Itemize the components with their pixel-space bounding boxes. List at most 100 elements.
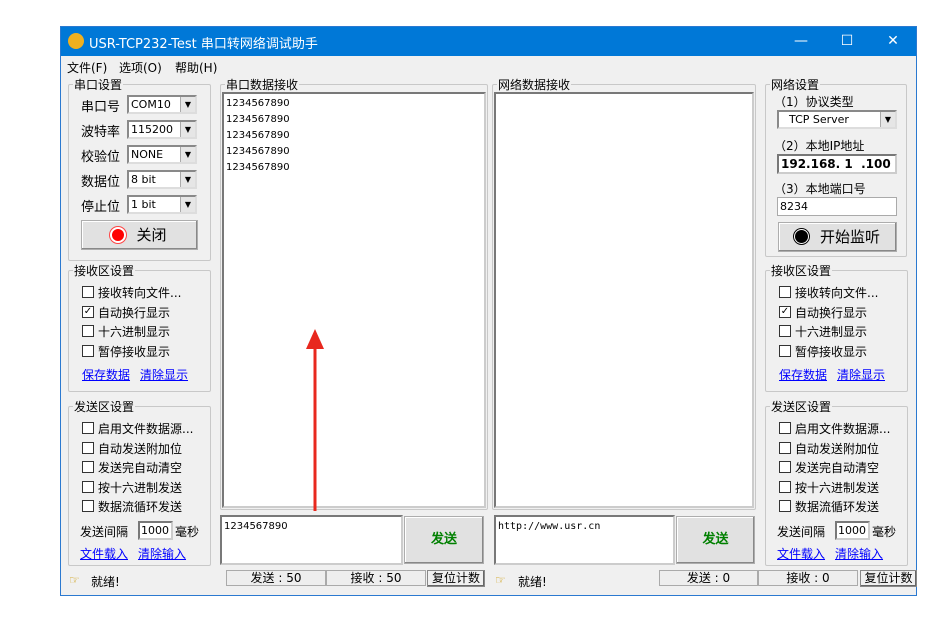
option-label: 接收转向文件... xyxy=(98,286,182,300)
serial-reset-count-button[interactable]: 复位计数 xyxy=(427,570,485,587)
option-checkbox[interactable] xyxy=(82,441,94,454)
option-checkbox[interactable] xyxy=(82,461,94,473)
option-checkbox[interactable] xyxy=(779,500,791,512)
option-label: 数据流循环发送 xyxy=(98,500,183,514)
serial-field-label: 串口号 xyxy=(81,100,121,115)
protocol-select[interactable]: TCP Server ▼ xyxy=(777,110,897,129)
ip-input[interactable]: 192.168. 1 .100 xyxy=(777,154,897,174)
option-label: 自动换行显示 xyxy=(98,305,171,320)
hand-pointer-icon: ☞ xyxy=(495,573,506,587)
received-line: 1234567890 xyxy=(226,162,290,173)
received-line: 1234567890 xyxy=(226,146,290,157)
chevron-down-icon: ▼ xyxy=(880,112,895,127)
group-title: 发送区设置 xyxy=(770,398,833,415)
group-title: 接收区设置 xyxy=(770,262,833,279)
option-checkbox[interactable] xyxy=(82,500,94,512)
menu-options[interactable]: 选项(O) xyxy=(119,59,162,76)
protocol-value: TCP Server xyxy=(789,113,849,126)
option-checkbox[interactable]: ✓ xyxy=(82,305,94,318)
radio-dot-icon xyxy=(794,230,808,243)
serial-field-value: 1 bit xyxy=(131,198,156,211)
serial-field-select[interactable]: NONE ▼ xyxy=(127,145,197,164)
option-checkbox[interactable] xyxy=(82,325,94,337)
network-send-input[interactable]: http://www.usr.cn xyxy=(494,515,675,565)
chevron-down-icon: ▼ xyxy=(180,147,195,162)
received-line: 1234567890 xyxy=(226,130,290,141)
serial-field-label: 波特率 xyxy=(81,125,121,140)
option-label: 自动换行显示 xyxy=(795,305,868,320)
option-label: 数据流循环发送 xyxy=(795,500,880,514)
option-checkbox[interactable] xyxy=(82,480,94,493)
close-port-button[interactable]: 关闭 xyxy=(81,220,198,250)
option-checkbox[interactable] xyxy=(779,461,791,473)
option-label: 发送完自动清空 xyxy=(795,461,880,475)
maximize-button[interactable]: ☐ xyxy=(824,27,870,56)
serial-receive-area[interactable]: 1234567890 1234567890 1234567890 1234567890… xyxy=(222,92,486,508)
chevron-down-icon: ▼ xyxy=(180,172,195,187)
group-title: 发送区设置 xyxy=(73,398,136,415)
option-label: 启用文件数据源... xyxy=(98,422,194,436)
option-checkbox[interactable] xyxy=(779,441,791,454)
load-file-link[interactable]: 文件载入 xyxy=(80,545,128,562)
option-checkbox[interactable] xyxy=(82,344,94,357)
option-checkbox[interactable] xyxy=(82,286,94,298)
port-label: （3）本地端口号 xyxy=(774,182,866,196)
status-ready-left: 就绪! xyxy=(91,575,120,589)
option-checkbox[interactable] xyxy=(779,344,791,357)
menu-file[interactable]: 文件(F) xyxy=(67,59,107,76)
status-ready-right: 就绪! xyxy=(518,575,547,589)
clear-input-link[interactable]: 清除输入 xyxy=(138,545,186,562)
option-checkbox[interactable] xyxy=(82,422,94,434)
clear-display-link[interactable]: 清除显示 xyxy=(837,366,885,383)
clear-input-link[interactable]: 清除输入 xyxy=(835,545,883,562)
group-title: 接收区设置 xyxy=(73,262,136,279)
close-window-button[interactable]: ✕ xyxy=(870,27,916,56)
option-label: 按十六进制发送 xyxy=(98,480,183,495)
save-data-link[interactable]: 保存数据 xyxy=(82,366,130,383)
serial-field-select[interactable]: 8 bit ▼ xyxy=(127,170,197,189)
option-label: 启用文件数据源... xyxy=(795,422,891,436)
network-reset-count-button[interactable]: 复位计数 xyxy=(860,570,917,587)
serial-send-button[interactable]: 发送 xyxy=(404,516,484,564)
interval-unit: 毫秒 xyxy=(175,525,200,539)
title-bar: USR-TCP232-Test 串口转网络调试助手 — ☐ ✕ xyxy=(61,27,916,56)
port-input[interactable]: 8234 xyxy=(777,197,897,216)
serial-field-select[interactable]: 1 bit ▼ xyxy=(127,195,197,214)
group-title: 串口设置 xyxy=(73,76,124,93)
group-title: 网络设置 xyxy=(770,76,821,93)
serial-field-value: NONE xyxy=(131,148,164,161)
option-checkbox[interactable] xyxy=(779,422,791,434)
app-logo-icon xyxy=(68,33,84,49)
minimize-button[interactable]: — xyxy=(778,27,824,56)
interval-input[interactable]: 1000 xyxy=(835,521,870,540)
option-checkbox[interactable] xyxy=(779,325,791,337)
clear-display-link[interactable]: 清除显示 xyxy=(140,366,188,383)
load-file-link[interactable]: 文件载入 xyxy=(777,545,825,562)
option-checkbox[interactable] xyxy=(779,286,791,298)
option-label: 自动发送附加位 xyxy=(98,441,183,456)
start-listen-label: 开始监听 xyxy=(819,228,880,246)
red-light-icon xyxy=(112,229,125,241)
serial-recv-count: 接收 : 50 xyxy=(326,570,426,586)
option-label: 接收转向文件... xyxy=(795,286,879,300)
protocol-label: （1）协议类型 xyxy=(774,95,854,109)
option-checkbox[interactable] xyxy=(779,480,791,493)
option-label: 自动发送附加位 xyxy=(795,441,880,456)
network-sent-count: 发送 : 0 xyxy=(659,570,758,586)
group-title: 网络数据接收 xyxy=(497,76,572,93)
serial-field-select[interactable]: 115200 ▼ xyxy=(127,120,197,139)
serial-send-input[interactable]: 1234567890 xyxy=(220,515,403,565)
network-send-button[interactable]: 发送 xyxy=(676,516,755,564)
serial-field-select[interactable]: COM10 ▼ xyxy=(127,95,197,114)
option-checkbox[interactable]: ✓ xyxy=(779,305,791,318)
save-data-link[interactable]: 保存数据 xyxy=(779,366,827,383)
network-receive-area[interactable] xyxy=(494,92,754,508)
chevron-down-icon: ▼ xyxy=(180,122,195,137)
serial-field-value: 8 bit xyxy=(131,173,156,186)
chevron-down-icon: ▼ xyxy=(180,97,195,112)
serial-field-label: 数据位 xyxy=(81,175,121,190)
start-listen-button[interactable]: 开始监听 xyxy=(778,222,897,252)
option-label: 十六进制显示 xyxy=(795,325,868,339)
menu-help[interactable]: 帮助(H) xyxy=(175,59,217,76)
interval-input[interactable]: 1000 xyxy=(138,521,173,540)
